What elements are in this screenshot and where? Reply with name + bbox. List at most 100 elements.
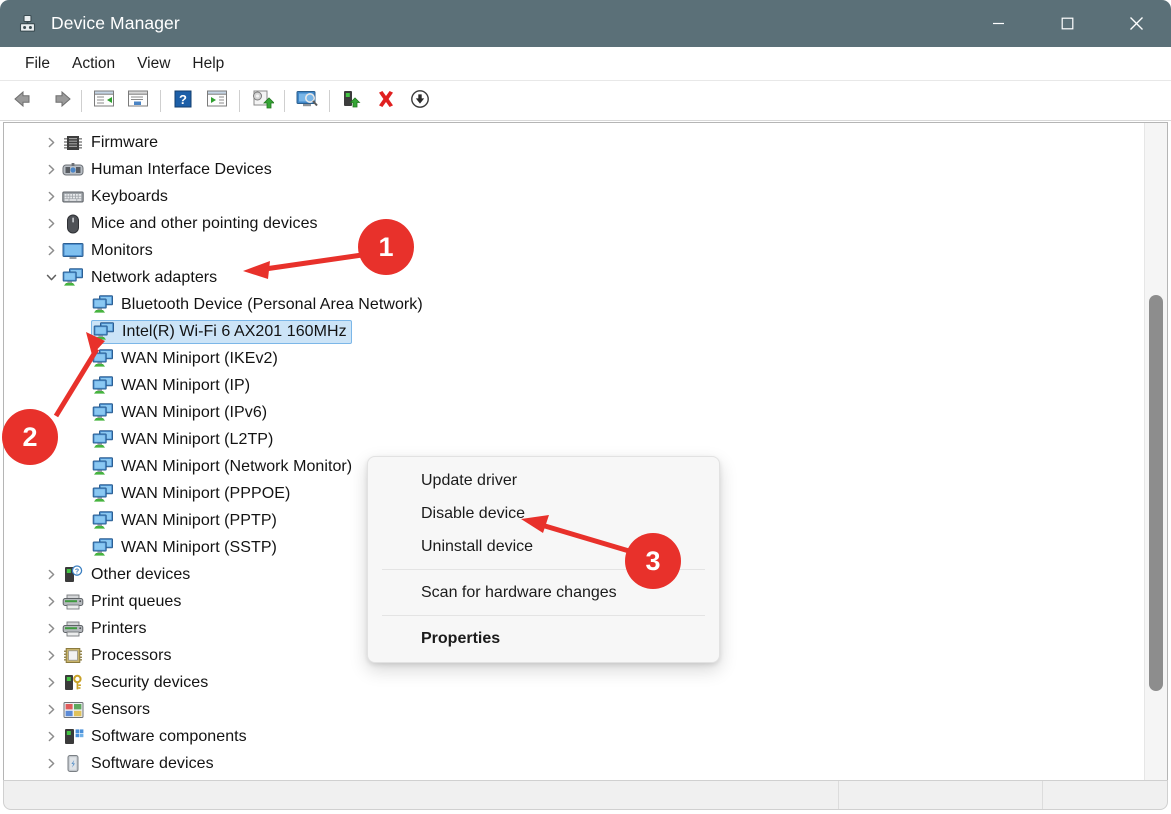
- menu-view[interactable]: View: [126, 52, 181, 76]
- device-tree: Firmware Human Interface Devices Keyboards…: [4, 123, 1144, 777]
- context-menu-item[interactable]: Scan for hardware changes: [368, 576, 719, 609]
- firmware-chip-icon: [62, 133, 84, 153]
- tree-item[interactable]: WAN Miniport (IPv6): [4, 399, 1144, 426]
- context-menu-item[interactable]: Properties: [368, 622, 719, 655]
- chevron-right-icon[interactable]: [40, 137, 62, 148]
- tree-item-content[interactable]: WAN Miniport (Network Monitor): [91, 456, 356, 478]
- device-manager-window: Device Manager File Action View Help ? F…: [0, 0, 1171, 814]
- tree-item[interactable]: Human Interface Devices: [4, 156, 1144, 183]
- chevron-right-icon[interactable]: [40, 677, 62, 688]
- help-button[interactable]: ?: [166, 86, 200, 116]
- keyboard-icon: [62, 187, 84, 207]
- tree-item-content[interactable]: Security devices: [61, 672, 212, 694]
- tree-item-label: Firmware: [91, 133, 159, 151]
- chevron-right-icon[interactable]: [40, 650, 62, 661]
- vertical-scrollbar[interactable]: [1144, 123, 1167, 780]
- enable-device-icon: [341, 89, 363, 114]
- tree-item-content[interactable]: WAN Miniport (IKEv2): [91, 348, 282, 370]
- tree-item-content[interactable]: Network adapters: [61, 267, 221, 289]
- tree-item[interactable]: Monitors: [4, 237, 1144, 264]
- tree-item[interactable]: WAN Miniport (IP): [4, 372, 1144, 399]
- tree-item[interactable]: Bluetooth Device (Personal Area Network): [4, 291, 1144, 318]
- properties-window-icon: [127, 89, 149, 114]
- properties-button[interactable]: [121, 86, 155, 116]
- tree-item-content[interactable]: Monitors: [61, 240, 157, 262]
- enable-device-button[interactable]: [335, 86, 369, 116]
- minimize-button[interactable]: [964, 0, 1033, 47]
- tree-item-label: Keyboards: [91, 187, 168, 205]
- tree-item-content[interactable]: Software components: [61, 726, 251, 748]
- chevron-right-icon[interactable]: [40, 704, 62, 715]
- maximize-button[interactable]: [1033, 0, 1102, 47]
- tree-item[interactable]: Software devices: [4, 750, 1144, 777]
- tree-item[interactable]: Security devices: [4, 669, 1144, 696]
- show-hide-action-pane-button[interactable]: [200, 86, 234, 116]
- tree-item-content[interactable]: Print queues: [61, 591, 185, 613]
- chevron-right-icon[interactable]: [40, 758, 62, 769]
- tree-item-label: Printers: [91, 619, 147, 637]
- tree-item[interactable]: Keyboards: [4, 183, 1144, 210]
- chevron-right-icon[interactable]: [40, 164, 62, 175]
- tree-item-content[interactable]: WAN Miniport (IP): [91, 375, 254, 397]
- tree-item-label: Software devices: [91, 754, 214, 772]
- tree-item-label: Human Interface Devices: [91, 160, 272, 178]
- chevron-right-icon[interactable]: [40, 596, 62, 607]
- tree-item-content[interactable]: Bluetooth Device (Personal Area Network): [91, 294, 427, 316]
- tree-item[interactable]: Firmware: [4, 129, 1144, 156]
- tree-item-content[interactable]: ? Other devices: [61, 564, 194, 586]
- disable-device-button[interactable]: [403, 86, 437, 116]
- tree-item-content[interactable]: WAN Miniport (L2TP): [91, 429, 277, 451]
- tree-item[interactable]: WAN Miniport (L2TP): [4, 426, 1144, 453]
- chevron-right-icon[interactable]: [40, 191, 62, 202]
- menu-help[interactable]: Help: [181, 52, 235, 76]
- tree-item-content[interactable]: WAN Miniport (PPPOE): [91, 483, 294, 505]
- tree-item-content[interactable]: Sensors: [61, 699, 154, 721]
- tree-item-content[interactable]: Processors: [61, 645, 176, 667]
- tree-item[interactable]: Sensors: [4, 696, 1144, 723]
- scrollbar-thumb[interactable]: [1149, 295, 1163, 691]
- tree-item-content[interactable]: WAN Miniport (PPTP): [91, 510, 281, 532]
- status-panel-2: [839, 781, 1043, 809]
- chevron-down-icon[interactable]: [40, 272, 62, 283]
- security-key-icon: [62, 673, 84, 693]
- context-menu-item[interactable]: Update driver: [368, 464, 719, 497]
- tree-item-content[interactable]: Software devices: [61, 753, 218, 775]
- chevron-right-icon[interactable]: [40, 569, 62, 580]
- tree-item-content[interactable]: Human Interface Devices: [61, 159, 276, 181]
- console-tree-icon: [93, 89, 115, 114]
- tree-item-content[interactable]: Mice and other pointing devices: [61, 213, 322, 235]
- chevron-right-icon[interactable]: [40, 245, 62, 256]
- show-hide-console-tree-button[interactable]: [87, 86, 121, 116]
- forward-button[interactable]: [42, 86, 76, 116]
- chevron-right-icon[interactable]: [40, 623, 62, 634]
- tree-item-content[interactable]: WAN Miniport (SSTP): [91, 537, 281, 559]
- chevron-right-icon[interactable]: [40, 731, 62, 742]
- chevron-right-icon[interactable]: [40, 218, 62, 229]
- context-menu-item[interactable]: Disable device: [368, 497, 719, 530]
- mouse-icon: [62, 214, 84, 234]
- tree-item-label: Intel(R) Wi-Fi 6 AX201 160MHz: [122, 322, 347, 340]
- tree-item-content[interactable]: Firmware: [61, 132, 162, 154]
- other-devices-icon: ?: [62, 565, 84, 585]
- tree-item[interactable]: Network adapters: [4, 264, 1144, 291]
- close-button[interactable]: [1102, 0, 1171, 47]
- tree-item[interactable]: Mice and other pointing devices: [4, 210, 1144, 237]
- menu-action[interactable]: Action: [61, 52, 126, 76]
- tree-item[interactable]: WAN Miniport (IKEv2): [4, 345, 1144, 372]
- tree-item-content[interactable]: WAN Miniport (IPv6): [91, 402, 271, 424]
- menu-file[interactable]: File: [14, 52, 61, 76]
- software-device-icon: [62, 754, 84, 774]
- back-button[interactable]: [8, 86, 42, 116]
- scan-hardware-changes-button[interactable]: [290, 86, 324, 116]
- uninstall-device-button[interactable]: [369, 86, 403, 116]
- disable-device-arrow-icon: [410, 89, 430, 114]
- tree-item-content[interactable]: Intel(R) Wi-Fi 6 AX201 160MHz: [91, 319, 352, 344]
- tree-item[interactable]: Intel(R) Wi-Fi 6 AX201 160MHz: [4, 318, 1144, 345]
- update-driver-button[interactable]: [245, 86, 279, 116]
- tree-item-label: WAN Miniport (PPTP): [121, 511, 277, 529]
- context-menu-item[interactable]: Uninstall device: [368, 530, 719, 563]
- tree-item[interactable]: Software components: [4, 723, 1144, 750]
- network-adapter-icon: [92, 430, 114, 450]
- tree-item-content[interactable]: Printers: [61, 618, 151, 640]
- tree-item-content[interactable]: Keyboards: [61, 186, 172, 208]
